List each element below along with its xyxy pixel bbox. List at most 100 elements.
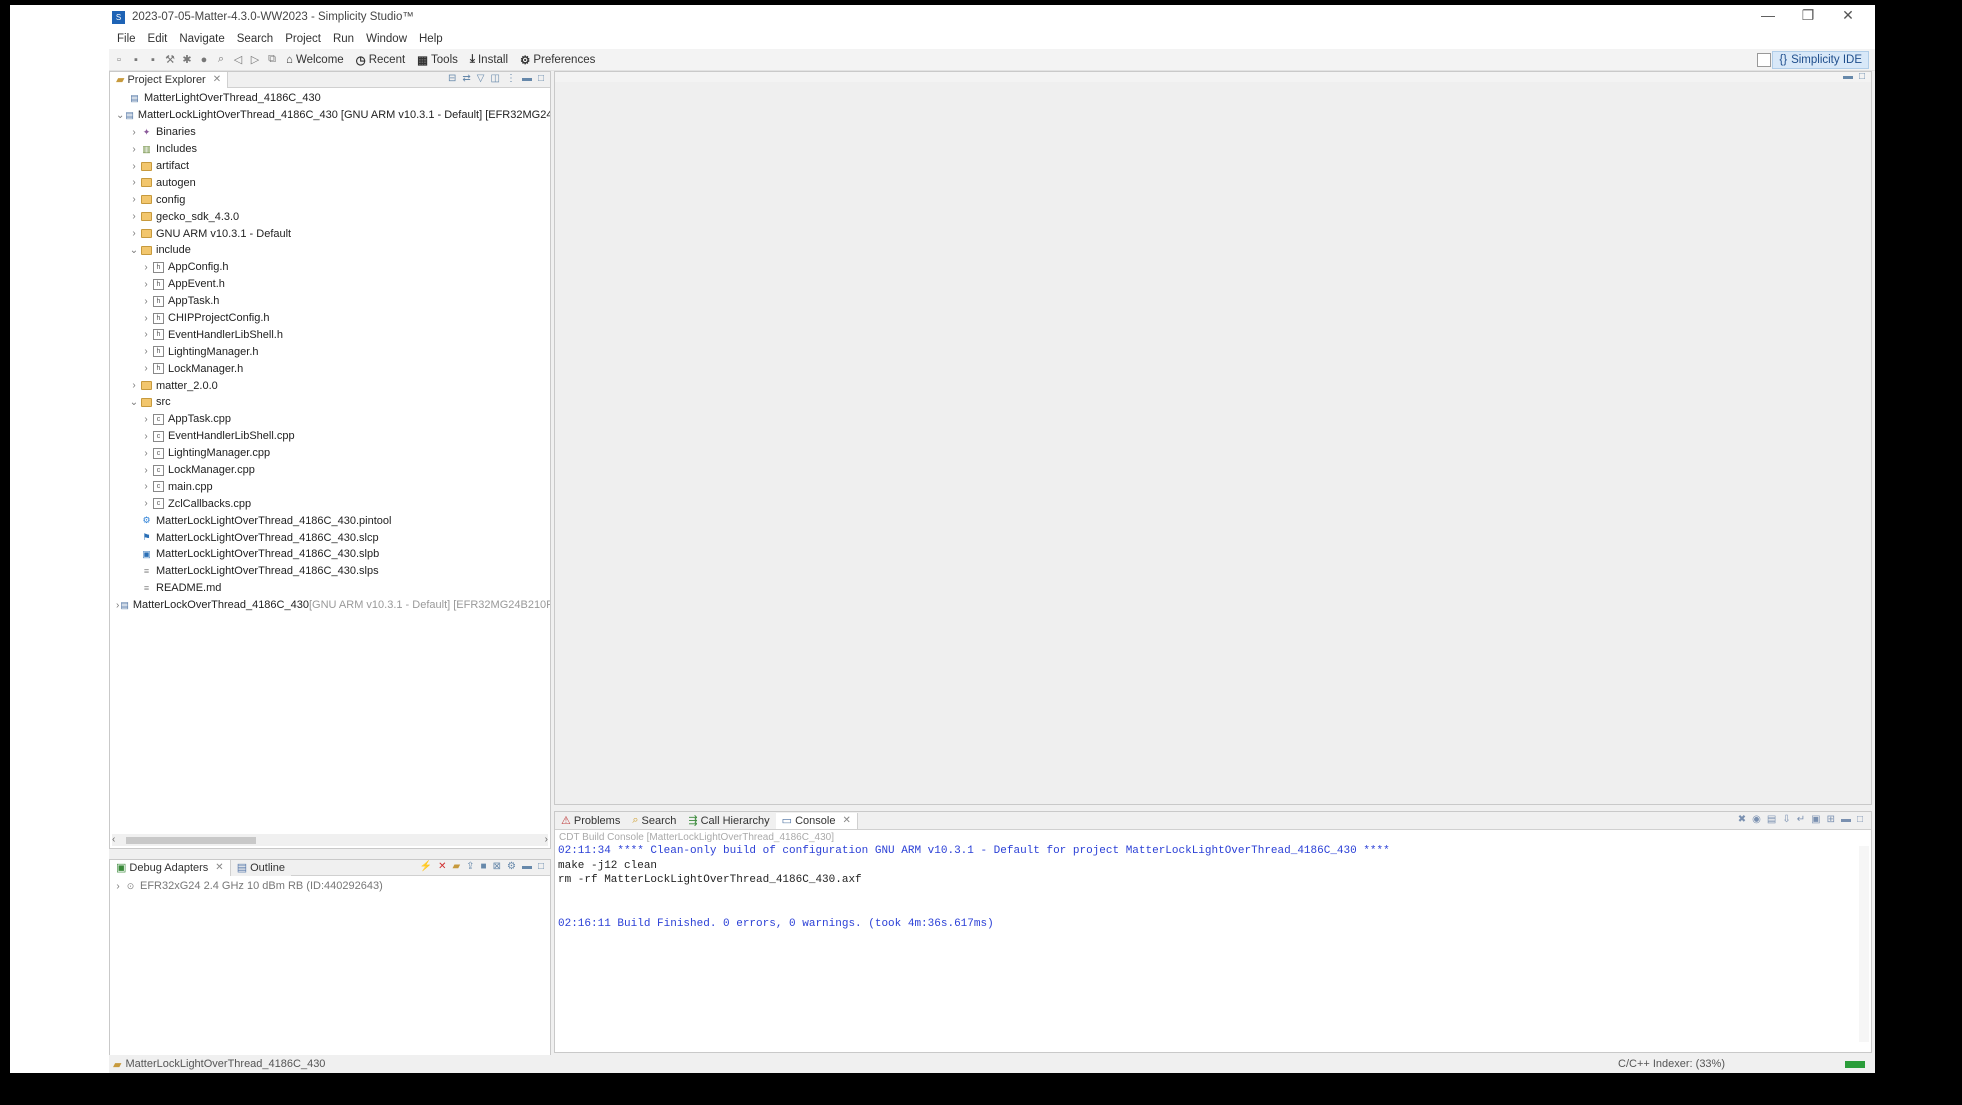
chevron-right-icon[interactable]: › — [128, 228, 140, 239]
minimize-button[interactable]: — — [1757, 7, 1779, 24]
chevron-right-icon[interactable]: › — [128, 144, 140, 155]
tree-item[interactable]: ⌄ ▤ MatterLockLightOverThread_4186C_430 [G… — [110, 107, 550, 124]
tools-button[interactable]: ▦ Tools — [417, 53, 458, 67]
chevron-right-icon[interactable]: › — [128, 177, 140, 188]
minimize-view-icon[interactable]: ▬ — [1841, 814, 1851, 825]
menu-file[interactable]: File — [111, 33, 142, 45]
chevron-right-icon[interactable]: › — [128, 194, 140, 205]
tree-item[interactable]: › artifact — [110, 158, 550, 175]
chevron-right-icon[interactable]: › — [140, 431, 152, 442]
tree-item[interactable]: ▣ MatterLockLightOverThread_4186C_430.slp… — [110, 546, 550, 563]
menu-help[interactable]: Help — [413, 33, 449, 45]
tree-item[interactable]: ⚑ MatterLockLightOverThread_4186C_430.slc… — [110, 529, 550, 546]
focus-icon[interactable]: ◫ — [491, 73, 500, 84]
close-icon[interactable]: ✕ — [213, 74, 221, 85]
maximize-view-icon[interactable]: □ — [1857, 814, 1863, 825]
save-all-icon[interactable]: ▪ — [147, 54, 159, 66]
tree-item[interactable]: › ▥ Includes — [110, 141, 550, 158]
chevron-right-icon[interactable]: › — [128, 211, 140, 222]
tree-item[interactable]: › ✦ Binaries — [110, 124, 550, 141]
search-icon[interactable]: ⌕ — [215, 53, 227, 66]
scroll-left-icon[interactable]: ‹ — [112, 834, 115, 845]
tree-item[interactable]: › h AppConfig.h — [110, 259, 550, 276]
tree-item[interactable]: ≡ README.md — [110, 580, 550, 597]
chevron-down-icon[interactable]: ⌄ — [128, 245, 140, 256]
maximize-view-icon[interactable]: □ — [538, 861, 544, 872]
menu-edit[interactable]: Edit — [142, 33, 174, 45]
stop-icon[interactable]: ■ — [481, 861, 487, 872]
scroll-thumb[interactable] — [126, 837, 256, 844]
chevron-right-icon[interactable]: › — [128, 380, 140, 391]
save-icon[interactable]: ▪ — [130, 54, 142, 66]
tab-project-explorer[interactable]: ▰ Project Explorer ✕ — [110, 71, 229, 88]
chevron-right-icon[interactable]: › — [140, 329, 152, 340]
view-menu-icon[interactable]: ⋮ — [506, 73, 516, 84]
scroll-lock-icon[interactable]: ⇩ — [1782, 814, 1790, 825]
tree-item[interactable]: › config — [110, 191, 550, 208]
tree-item[interactable]: › h CHIPProjectConfig.h — [110, 310, 550, 327]
forward-icon[interactable]: ▷ — [249, 54, 261, 66]
scroll-right-icon[interactable]: › — [545, 834, 548, 845]
horizontal-scrollbar[interactable]: ‹ › — [112, 834, 548, 846]
upload-icon[interactable]: ⇪ — [466, 861, 474, 872]
restore-button[interactable]: ❐ — [1797, 7, 1819, 24]
tree-item[interactable]: › h EventHandlerLibShell.h — [110, 326, 550, 343]
chevron-right-icon[interactable]: › — [128, 127, 140, 138]
debug-icon[interactable]: ✱ — [181, 54, 193, 66]
tree-item[interactable]: › c LockManager.cpp — [110, 462, 550, 479]
filter-icon[interactable]: ▽ — [477, 73, 485, 84]
run-icon[interactable]: ● — [198, 54, 210, 66]
chevron-right-icon[interactable]: › — [140, 414, 152, 425]
disconnect-icon[interactable]: ✕ — [438, 861, 446, 872]
tree-item[interactable]: › c LightingManager.cpp — [110, 445, 550, 462]
build-icon[interactable]: ⚒ — [164, 54, 176, 66]
menu-navigate[interactable]: Navigate — [173, 33, 230, 45]
tree-item[interactable]: › h LightingManager.h — [110, 343, 550, 360]
tree-item[interactable]: ⚙ MatterLockLightOverThread_4186C_430.pin… — [110, 512, 550, 529]
chevron-right-icon[interactable]: › — [112, 881, 124, 892]
open-console-icon[interactable]: ⊞ — [1827, 814, 1835, 825]
external-icon[interactable]: ⧉ — [266, 53, 278, 66]
minimize-view-icon[interactable]: ▬ — [522, 861, 532, 872]
gear-icon[interactable]: ⚙ — [507, 861, 516, 872]
collapse-all-icon[interactable]: ⊟ — [448, 73, 456, 84]
minimize-view-icon[interactable]: ▬ — [1843, 71, 1853, 82]
perspective-button[interactable]: {} Simplicity IDE — [1772, 51, 1869, 69]
welcome-button[interactable]: ⌂ Welcome — [286, 53, 344, 67]
tree-item[interactable]: › h LockManager.h — [110, 360, 550, 377]
console-output[interactable]: 02:11:34 **** Clean-only build of config… — [555, 844, 1871, 931]
menu-run[interactable]: Run — [327, 33, 360, 45]
tree-item[interactable]: › c EventHandlerLibShell.cpp — [110, 428, 550, 445]
open-perspective-icon[interactable] — [1757, 53, 1771, 67]
tab-debug-adapters[interactable]: ▣ Debug Adapters ✕ — [110, 859, 231, 876]
terminate-icon[interactable]: ✖ — [1738, 814, 1746, 825]
chevron-right-icon[interactable]: › — [140, 296, 152, 307]
display-console-icon[interactable]: ▣ — [1811, 814, 1820, 825]
tab-search[interactable]: ⌕ Search — [626, 812, 683, 829]
link-editor-icon[interactable]: ⇄ — [462, 73, 470, 84]
maximize-view-icon[interactable]: □ — [1859, 71, 1865, 82]
close-button[interactable]: ✕ — [1837, 7, 1859, 24]
menu-project[interactable]: Project — [279, 33, 327, 45]
chevron-right-icon[interactable]: › — [116, 600, 119, 611]
chevron-right-icon[interactable]: › — [140, 448, 152, 459]
chevron-right-icon[interactable]: › — [140, 363, 152, 374]
word-wrap-icon[interactable]: ↵ — [1797, 814, 1805, 825]
indexer-progress-bar[interactable] — [1845, 1061, 1865, 1068]
menu-window[interactable]: Window — [360, 33, 413, 45]
back-icon[interactable]: ◁ — [232, 54, 244, 66]
tree-item[interactable]: › c AppTask.cpp — [110, 411, 550, 428]
folder-icon[interactable]: ▰ — [452, 861, 460, 872]
pin-icon[interactable]: ◉ — [1752, 814, 1761, 825]
tree-item[interactable]: › autogen — [110, 174, 550, 191]
new-icon[interactable]: ▫ — [113, 54, 125, 66]
tree-item[interactable]: ⌄ src — [110, 394, 550, 411]
chevron-right-icon[interactable]: › — [140, 465, 152, 476]
vertical-scrollbar[interactable] — [1859, 846, 1869, 1042]
chevron-right-icon[interactable]: › — [140, 313, 152, 324]
tab-call-hierarchy[interactable]: ⇶ Call Hierarchy — [682, 812, 776, 829]
preferences-button[interactable]: ⚙ Preferences — [520, 53, 595, 67]
chevron-right-icon[interactable]: › — [128, 161, 140, 172]
chevron-right-icon[interactable]: › — [140, 262, 152, 273]
tree-item[interactable]: › c main.cpp — [110, 478, 550, 495]
